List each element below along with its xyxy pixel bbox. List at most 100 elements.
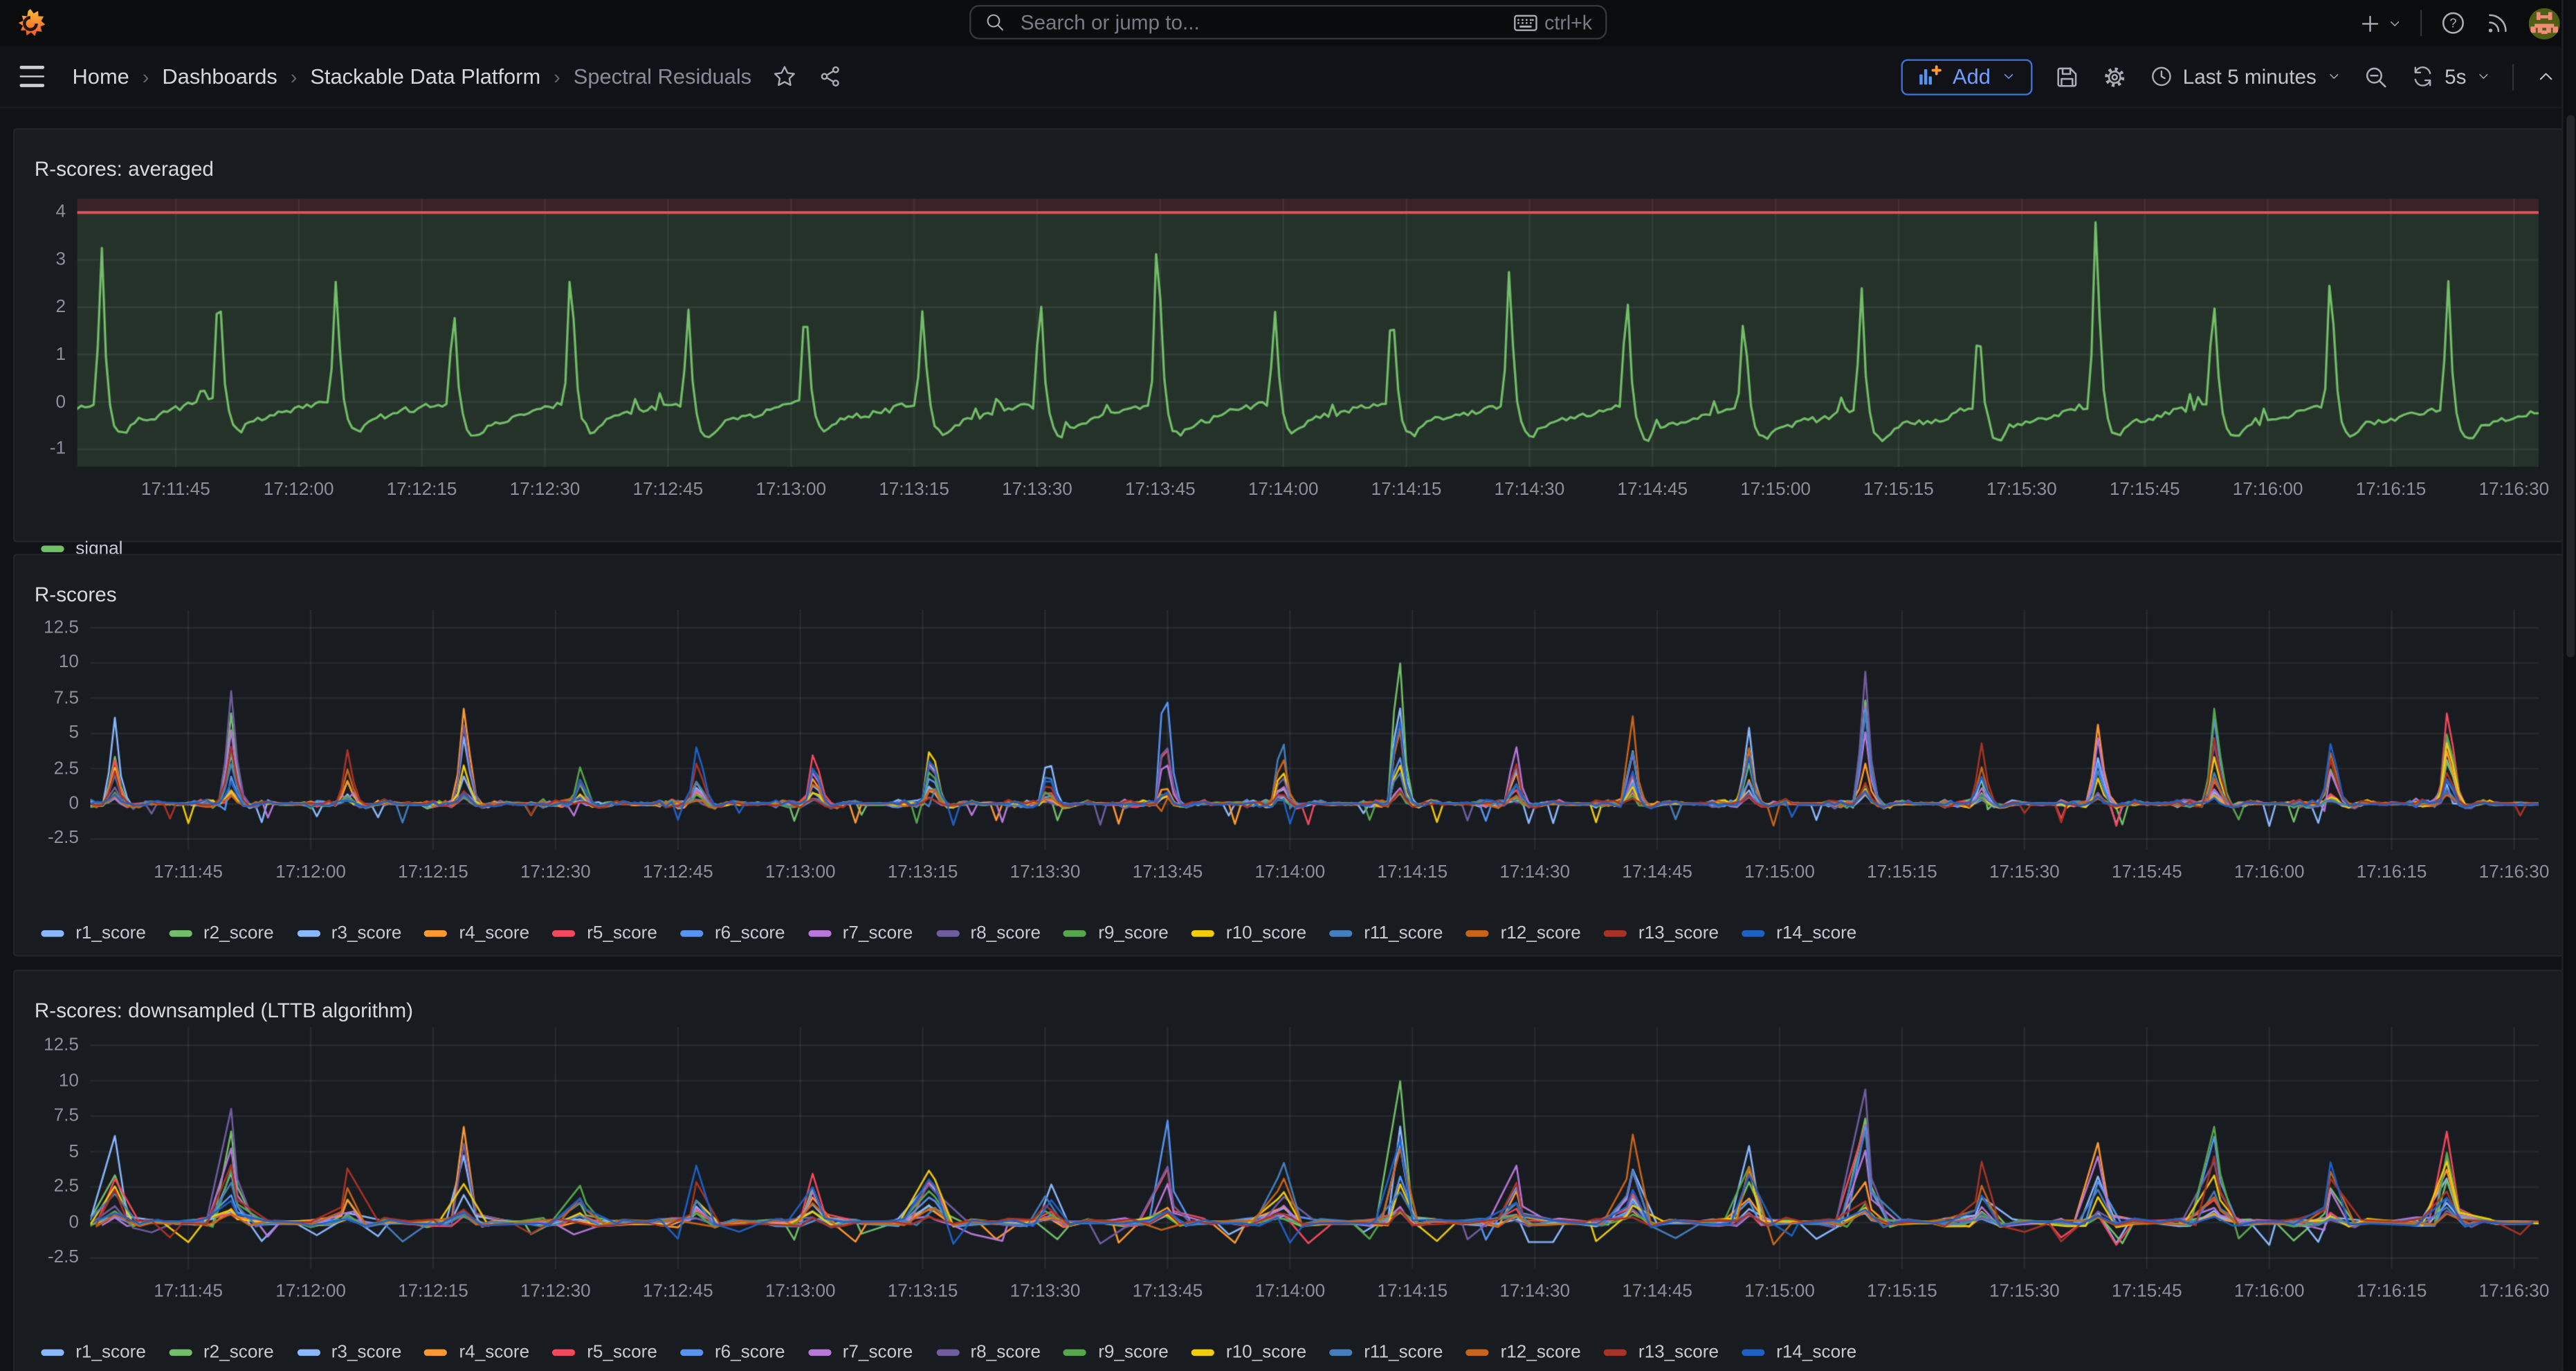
legend-series-marker: [1466, 930, 1489, 936]
panel-title[interactable]: R-scores: downsampled (LTTB algorithm): [35, 1000, 413, 1023]
scrollbar-thumb[interactable]: [2566, 115, 2574, 657]
legend-series-label: r8_score: [970, 924, 1041, 943]
y-axis-tick-label: 2.5: [54, 1177, 79, 1197]
user-avatar[interactable]: [2529, 8, 2560, 39]
legend-item-r3_score[interactable]: r3_score: [297, 1343, 401, 1362]
refresh-picker[interactable]: 5s: [2410, 64, 2491, 89]
legend-item-r14_score[interactable]: r14_score: [1742, 924, 1856, 943]
time-range-picker[interactable]: Last 5 minutes: [2148, 64, 2341, 89]
legend-item-r11_score[interactable]: r11_score: [1329, 1343, 1443, 1362]
zoom-out-time-button[interactable]: [2362, 63, 2388, 89]
refresh-icon: [2410, 64, 2435, 89]
page-scrollbar[interactable]: [2561, 0, 2576, 1371]
settings-gear-icon: [2101, 63, 2127, 89]
add-panel-button[interactable]: Add: [1901, 58, 2031, 94]
panel-title[interactable]: R-scores: averaged: [35, 158, 214, 181]
legend-series-label: r7_score: [843, 1343, 913, 1362]
legend-item-r8_score[interactable]: r8_score: [936, 924, 1041, 943]
legend-item-r3_score[interactable]: r3_score: [297, 924, 401, 943]
legend-series-label: r9_score: [1098, 1343, 1169, 1362]
legend-item-r9_score[interactable]: r9_score: [1063, 1343, 1168, 1362]
legend-item-r4_score[interactable]: r4_score: [425, 924, 529, 943]
legend-series-marker: [936, 1350, 959, 1356]
x-axis-tick-label: 17:13:30: [1010, 863, 1081, 882]
x-axis-tick-label: 17:13:00: [765, 1282, 836, 1301]
time-series-graph[interactable]: [91, 1027, 2539, 1269]
help-button[interactable]: ?: [2440, 10, 2466, 36]
grafana-logo[interactable]: [15, 8, 46, 39]
x-axis-tick-label: 17:14:15: [1371, 480, 1442, 499]
legend-item-r7_score[interactable]: r7_score: [808, 1343, 913, 1362]
x-axis-tick-label: 17:12:30: [510, 480, 581, 499]
svg-text:?: ?: [2449, 17, 2456, 30]
legend-series-marker: [425, 930, 448, 936]
legend-item-r5_score[interactable]: r5_score: [552, 1343, 657, 1362]
legend-item-r10_score[interactable]: r10_score: [1191, 1343, 1306, 1362]
x-axis-tick-label: 17:11:45: [154, 863, 223, 882]
legend-item-r10_score[interactable]: r10_score: [1191, 924, 1306, 943]
legend-item-r14_score[interactable]: r14_score: [1742, 1343, 1856, 1362]
legend-series-label: r2_score: [203, 1343, 274, 1362]
x-axis-tick-label: 17:16:00: [2234, 1282, 2305, 1301]
legend-item-r12_score[interactable]: r12_score: [1466, 1343, 1581, 1362]
legend-series-label: r12_score: [1501, 1343, 1581, 1362]
save-dashboard-button[interactable]: [2053, 63, 2079, 89]
breadcrumb-home[interactable]: Home: [72, 64, 129, 89]
x-axis-tick-label: 17:15:00: [1744, 1282, 1815, 1301]
plus-icon: [2358, 10, 2383, 35]
legend-item-r4_score[interactable]: r4_score: [425, 1343, 529, 1362]
legend-item-r1_score[interactable]: r1_score: [41, 1343, 145, 1362]
legend-series-marker: [41, 1350, 64, 1356]
legend-series-marker: [1063, 1350, 1086, 1356]
search-input[interactable]: [1017, 9, 1513, 35]
panel-rscores: R-scores 12.5107.552.50-2.517:11:4517:12…: [13, 554, 2564, 956]
news-button[interactable]: [2485, 10, 2511, 36]
x-axis-tick-label: 17:12:45: [643, 1282, 713, 1301]
legend-item-r6_score[interactable]: r6_score: [680, 924, 785, 943]
legend-item-r1_score[interactable]: r1_score: [41, 924, 145, 943]
legend-item-r2_score[interactable]: r2_score: [169, 1343, 273, 1362]
legend-series-label: r4_score: [459, 1343, 529, 1362]
legend-series-label: r10_score: [1226, 1343, 1306, 1362]
legend-item-r11_score[interactable]: r11_score: [1329, 924, 1443, 943]
breadcrumb-dashboards[interactable]: Dashboards: [162, 64, 277, 89]
legend-series-marker: [1329, 930, 1352, 936]
favorite-button[interactable]: [773, 64, 798, 89]
x-axis-tick-label: 17:15:00: [1740, 480, 1811, 499]
legend-item-r13_score[interactable]: r13_score: [1604, 1343, 1719, 1362]
dashboard-settings-button[interactable]: [2101, 63, 2127, 89]
legend-series-label: r13_score: [1638, 1343, 1719, 1362]
menu-icon[interactable]: [19, 66, 44, 87]
legend-item-r6_score[interactable]: r6_score: [680, 1343, 785, 1362]
search-bar[interactable]: ctrl+k: [969, 5, 1607, 39]
legend-item-r8_score[interactable]: r8_score: [936, 1343, 1041, 1362]
add-label: Add: [1953, 64, 1991, 89]
time-series-graph[interactable]: [77, 199, 2539, 466]
x-axis-tick-label: 17:12:15: [387, 480, 457, 499]
x-axis-tick-label: 17:13:30: [1010, 1282, 1081, 1301]
legend-item-r7_score[interactable]: r7_score: [808, 924, 913, 943]
legend-item-r2_score[interactable]: r2_score: [169, 924, 273, 943]
x-axis-tick-label: 17:13:15: [888, 1282, 958, 1301]
legend-item-r12_score[interactable]: r12_score: [1466, 924, 1581, 943]
x-axis-tick-label: 17:14:00: [1248, 480, 1319, 499]
breadcrumb-folder[interactable]: Stackable Data Platform: [310, 64, 540, 89]
x-axis-tick-label: 17:16:30: [2479, 863, 2550, 882]
new-menu-button[interactable]: [2358, 10, 2402, 35]
y-axis-tick-label: 3: [55, 250, 66, 269]
x-axis-tick-label: 17:14:30: [1499, 1282, 1570, 1301]
legend-series-marker: [1063, 930, 1086, 936]
time-series-graph[interactable]: [91, 610, 2539, 850]
x-axis-tick-label: 17:14:45: [1617, 480, 1688, 499]
collapse-topbar-button[interactable]: [2535, 66, 2557, 87]
share-button[interactable]: [819, 64, 843, 89]
x-axis-tick-label: 17:12:15: [398, 863, 468, 882]
x-axis-tick-label: 17:12:00: [264, 480, 334, 499]
x-axis-tick-label: 17:16:30: [2479, 1282, 2550, 1301]
legend-item-r9_score[interactable]: r9_score: [1063, 924, 1168, 943]
x-axis-tick-label: 17:15:15: [1863, 480, 1934, 499]
legend-series-marker: [1742, 930, 1764, 936]
legend-item-r5_score[interactable]: r5_score: [552, 924, 657, 943]
panel-title[interactable]: R-scores: [35, 584, 117, 607]
legend-item-r13_score[interactable]: r13_score: [1604, 924, 1719, 943]
